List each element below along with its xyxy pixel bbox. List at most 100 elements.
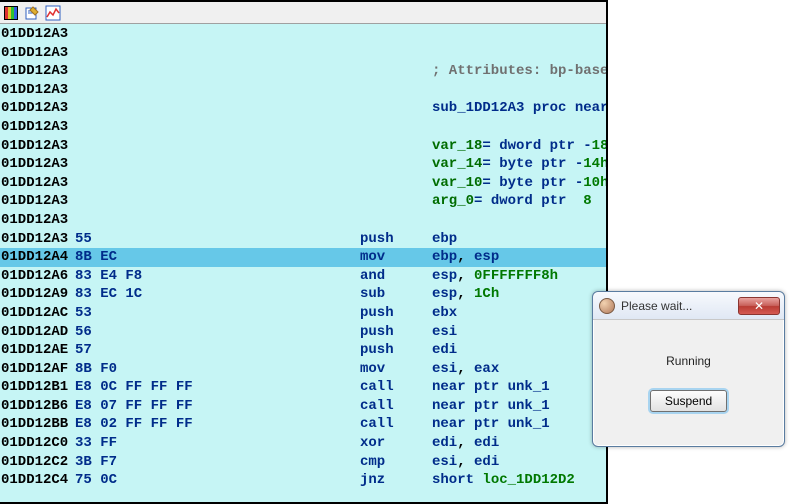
disasm-row[interactable]: 01DD12A3var_10= byte ptr -10h — [0, 174, 606, 193]
disasm-row[interactable]: 01DD12AF8B F0movesi, eax — [0, 360, 606, 379]
bytes — [75, 211, 360, 230]
mnemonic: push — [360, 323, 432, 342]
disasm-row[interactable]: 01DD12A3 arg_0= dword ptr 8 — [0, 192, 606, 211]
address: 01DD12BB — [1, 415, 75, 434]
operands: ; Attributes: bp-based frame — [432, 62, 606, 81]
address: 01DD12A3 — [1, 137, 75, 156]
address: 01DD12A3 — [1, 81, 75, 100]
bytes: E8 0C FF FF FF — [75, 378, 360, 397]
operands: esi — [432, 323, 606, 342]
operands: arg_0= dword ptr 8 — [432, 192, 606, 211]
disasm-row[interactable]: 01DD12A683 E4 F8andesp, 0FFFFFFF8h — [0, 267, 606, 286]
mnemonic: mov — [360, 360, 432, 379]
address: 01DD12A3 — [1, 230, 75, 249]
disasm-row[interactable]: 01DD12C23B F7cmpesi, edi — [0, 453, 606, 472]
disasm-row[interactable]: 01DD12A3 var_18= dword ptr -18h — [0, 137, 606, 156]
bytes — [75, 62, 360, 81]
bytes: E8 07 FF FF FF — [75, 397, 360, 416]
operands: var_10= byte ptr -10h — [432, 174, 606, 193]
bytes: 55 — [75, 230, 360, 249]
bytes: E8 02 FF FF FF — [75, 415, 360, 434]
operands: near ptr unk_1 — [432, 397, 606, 416]
mnemonic: jnz — [360, 471, 432, 490]
disasm-row[interactable]: 01DD12BBE8 02 FF FF FFcallnear ptr unk_1 — [0, 415, 606, 434]
graph-icon[interactable] — [44, 4, 62, 22]
address: 01DD12C0 — [1, 434, 75, 453]
disasm-row[interactable]: 01DD12A3 — [0, 25, 606, 44]
mnemonic — [360, 25, 432, 44]
bytes: 8B EC — [75, 248, 360, 267]
operands: edi — [432, 341, 606, 360]
rainbow-icon[interactable] — [2, 4, 20, 22]
mnemonic — [360, 62, 432, 81]
disassembly-listing[interactable]: 01DD12A301DD12A301DD12A3; Attributes: bp… — [0, 24, 606, 502]
bytes — [75, 137, 360, 156]
mnemonic — [360, 81, 432, 100]
please-wait-dialog: Please wait... ✕ Running Suspend — [592, 291, 785, 447]
disasm-row[interactable]: 01DD12AD56pushesi — [0, 323, 606, 342]
disasm-row[interactable]: 01DD12A3var_14= byte ptr -14h — [0, 155, 606, 174]
suspend-button[interactable]: Suspend — [650, 390, 727, 412]
bytes: 83 E4 F8 — [75, 267, 360, 286]
address: 01DD12A3 — [1, 192, 75, 211]
operands: short loc_1DD12D2 — [432, 471, 606, 490]
bytes — [75, 44, 360, 63]
bytes — [75, 174, 360, 193]
bytes: 33 FF — [75, 434, 360, 453]
disasm-row[interactable]: 01DD12AC53pushebx — [0, 304, 606, 323]
disasm-row[interactable]: 01DD12A3 — [0, 118, 606, 137]
operands: sub_1DD12A3 proc near — [432, 99, 606, 118]
operands: near ptr unk_1 — [432, 378, 606, 397]
close-button[interactable]: ✕ — [738, 297, 780, 315]
mnemonic: mov — [360, 248, 432, 267]
disasm-row[interactable]: 01DD12B1E8 0C FF FF FFcallnear ptr unk_1 — [0, 378, 606, 397]
address: 01DD12AE — [1, 341, 75, 360]
bytes — [75, 118, 360, 137]
address: 01DD12A3 — [1, 25, 75, 44]
bytes: 83 EC 1C — [75, 285, 360, 304]
dialog-titlebar[interactable]: Please wait... ✕ — [593, 292, 784, 320]
bytes — [75, 192, 360, 211]
disasm-row[interactable]: 01DD12C033 FFxoredi, edi — [0, 434, 606, 453]
mnemonic: call — [360, 378, 432, 397]
address: 01DD12A3 — [1, 211, 75, 230]
disasm-row[interactable]: 01DD12A3sub_1DD12A3 proc near — [0, 99, 606, 118]
disasm-row[interactable]: 01DD12A3 — [0, 211, 606, 230]
bytes — [75, 155, 360, 174]
operands — [432, 81, 606, 100]
disasm-row[interactable]: 01DD12A3; Attributes: bp-based frame — [0, 62, 606, 81]
bytes: 3B F7 — [75, 453, 360, 472]
address: 01DD12AC — [1, 304, 75, 323]
bytes: 57 — [75, 341, 360, 360]
disasm-row[interactable]: 01DD12A983 EC 1Csubesp, 1Ch — [0, 285, 606, 304]
edit-icon[interactable] — [23, 4, 41, 22]
address: 01DD12A3 — [1, 44, 75, 63]
bytes — [75, 81, 360, 100]
operands: esi, eax — [432, 360, 606, 379]
disasm-row[interactable]: 01DD12A3 — [0, 44, 606, 63]
mnemonic — [360, 118, 432, 137]
toolbar — [0, 2, 606, 24]
operands: esp, 0FFFFFFF8h — [432, 267, 606, 286]
operands: esi, edi — [432, 453, 606, 472]
operands: ebp — [432, 230, 606, 249]
operands — [432, 25, 606, 44]
operands: var_14= byte ptr -14h — [432, 155, 606, 174]
disasm-row[interactable]: 01DD12A48B ECmovebp, esp — [0, 248, 606, 267]
operands — [432, 211, 606, 230]
disasm-row[interactable]: 01DD12A355pushebp — [0, 230, 606, 249]
disasm-row[interactable]: 01DD12C475 0Cjnzshort loc_1DD12D2 — [0, 471, 606, 490]
disasm-row[interactable]: 01DD12A3 — [0, 81, 606, 100]
operands: ebx — [432, 304, 606, 323]
mnemonic: push — [360, 341, 432, 360]
dialog-message: Running — [666, 354, 711, 368]
dialog-title: Please wait... — [621, 299, 738, 313]
mnemonic: sub — [360, 285, 432, 304]
mnemonic — [360, 211, 432, 230]
address: 01DD12AD — [1, 323, 75, 342]
mnemonic — [360, 44, 432, 63]
operands: var_18= dword ptr -18h — [432, 137, 606, 156]
mnemonic: cmp — [360, 453, 432, 472]
disasm-row[interactable]: 01DD12B6E8 07 FF FF FFcallnear ptr unk_1 — [0, 397, 606, 416]
disasm-row[interactable]: 01DD12AE57pushedi — [0, 341, 606, 360]
